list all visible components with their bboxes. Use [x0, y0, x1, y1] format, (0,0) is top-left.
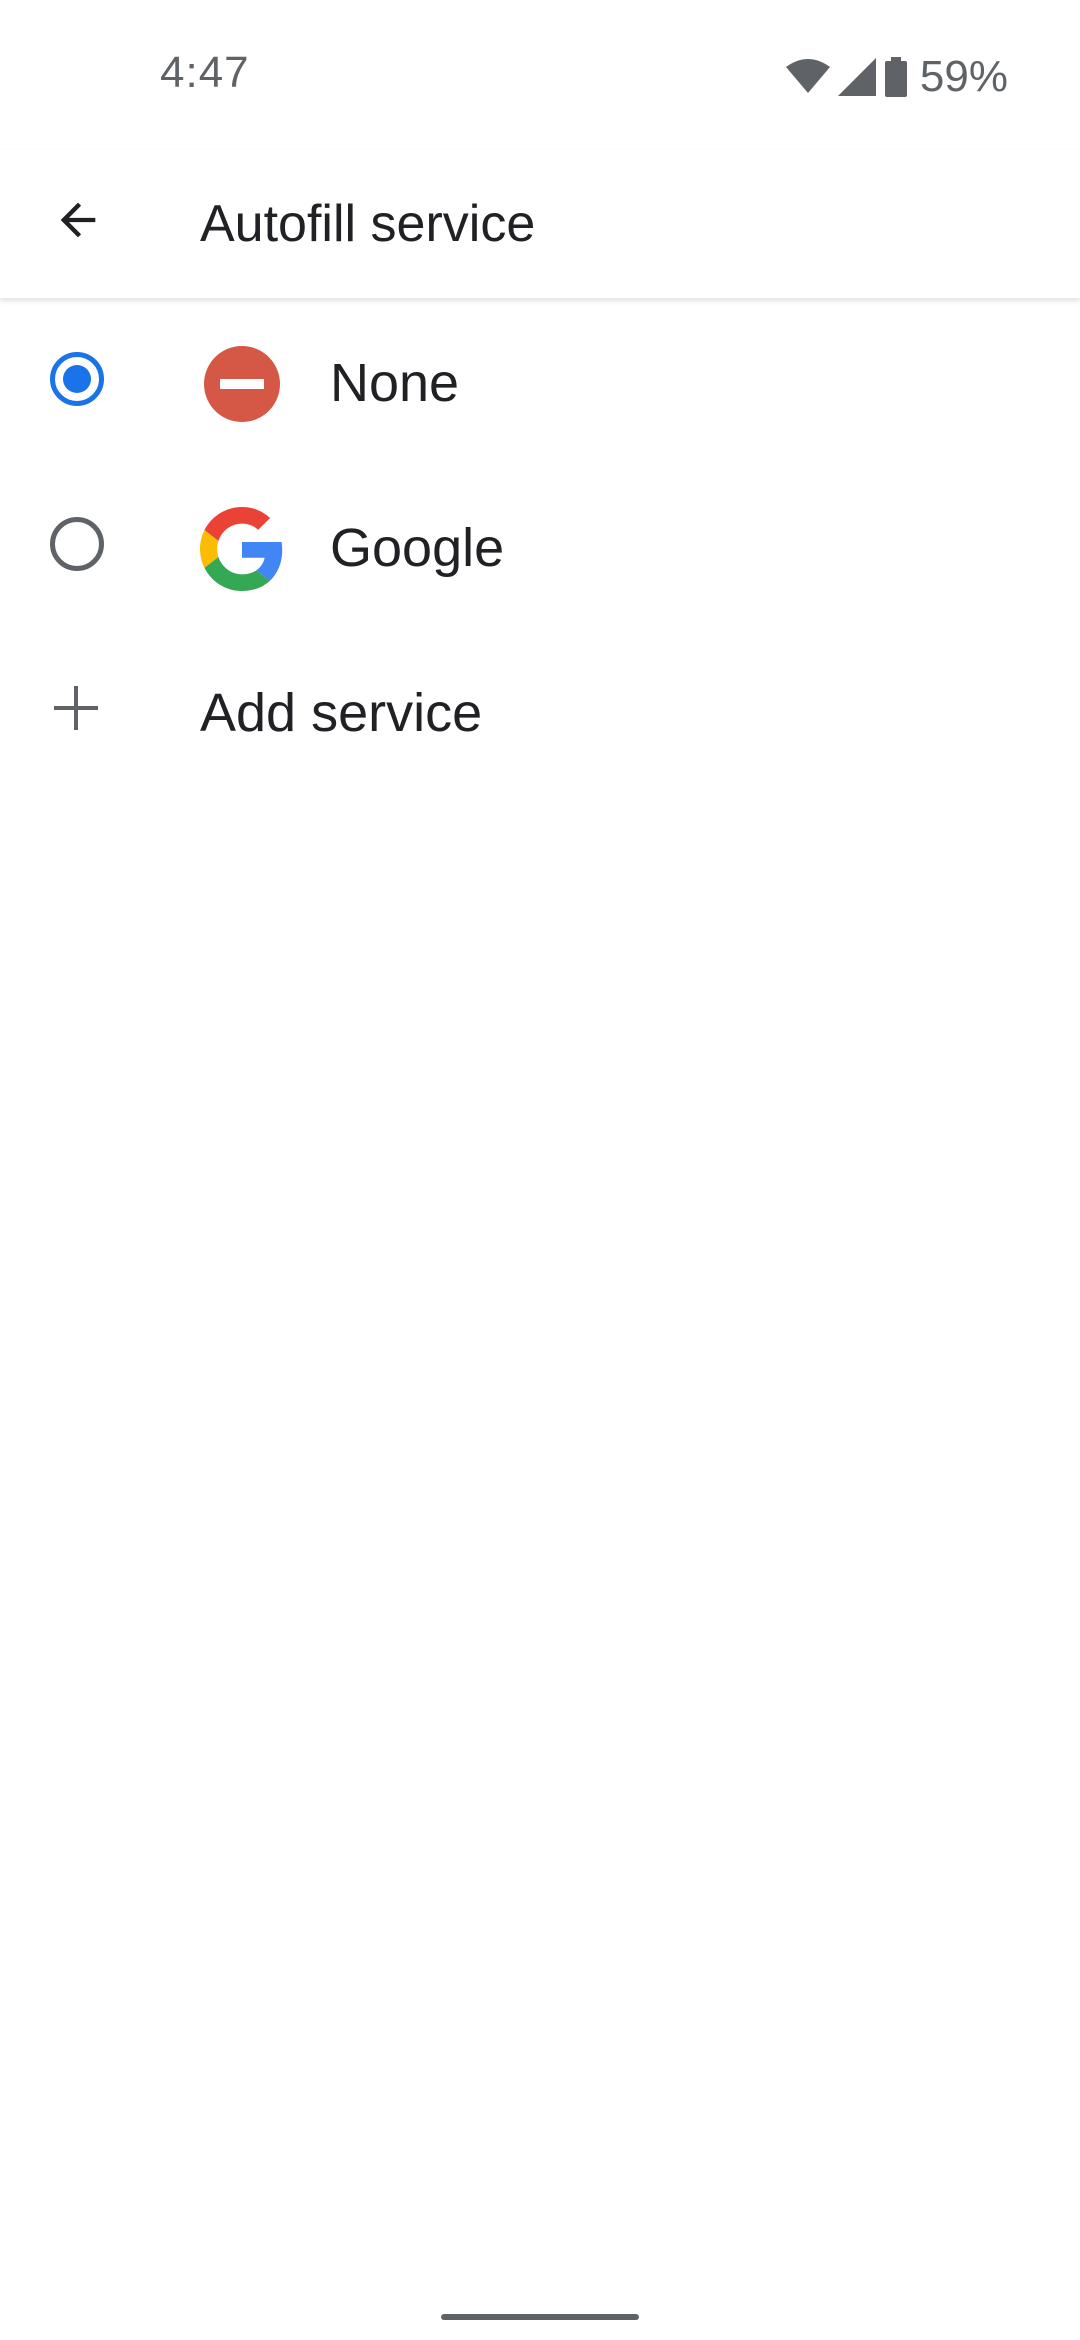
back-button[interactable]	[30, 174, 126, 270]
add-service-button[interactable]: Add service	[0, 630, 1080, 795]
status-bar: 4:47 59%	[0, 0, 1080, 150]
gesture-nav-handle[interactable]	[441, 2314, 639, 2320]
signal-icon	[837, 58, 876, 96]
plus-icon	[46, 678, 106, 738]
arrow-back-icon	[52, 194, 104, 251]
none-icon	[200, 342, 284, 426]
wifi-icon	[785, 59, 830, 95]
service-label-none: None	[330, 353, 460, 413]
radio-button-none[interactable]	[50, 352, 104, 406]
service-option-google[interactable]: Google	[0, 465, 1080, 630]
autofill-service-list: None Google Add service	[0, 300, 1080, 795]
add-service-label: Add service	[200, 683, 483, 743]
google-icon	[200, 507, 284, 591]
page-title: Autofill service	[200, 195, 536, 253]
battery-percent: 59%	[919, 52, 1008, 101]
status-time: 4:47	[160, 48, 250, 97]
battery-icon	[884, 57, 908, 97]
service-option-none[interactable]: None	[0, 300, 1080, 465]
radio-selected-dot	[63, 365, 91, 393]
service-label-google: Google	[330, 518, 505, 578]
app-bar: Autofill service	[0, 150, 1080, 298]
radio-button-google[interactable]	[50, 517, 104, 571]
status-icons: 59%	[785, 50, 1008, 104]
